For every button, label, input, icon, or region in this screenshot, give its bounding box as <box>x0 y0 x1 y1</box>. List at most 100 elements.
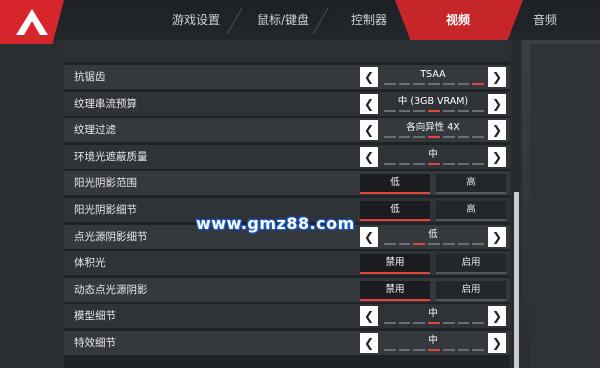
setting-value: 低 <box>428 229 438 240</box>
level-tick <box>442 163 455 165</box>
level-tick <box>428 322 440 324</box>
previous-option-button[interactable]: ❮ <box>360 333 378 353</box>
level-tick <box>413 163 426 165</box>
apex-logo-icon <box>16 9 48 35</box>
toggle-option-button[interactable]: 高 <box>436 174 506 194</box>
level-tick <box>442 136 455 138</box>
next-option-button[interactable]: ❯ <box>488 306 506 326</box>
setting-value: 中 <box>428 149 438 160</box>
setting-label: 特效细节 <box>74 337 116 349</box>
level-indicator <box>384 110 485 113</box>
toggle-option-button[interactable]: 启用 <box>436 281 506 301</box>
level-tick <box>472 83 485 85</box>
setting-row: 抗锯齿 ❮ TSAA ❯ <box>64 65 510 89</box>
level-tick <box>384 136 396 138</box>
next-option-button[interactable]: ❯ <box>488 120 506 140</box>
level-tick <box>457 243 470 245</box>
level-tick <box>457 349 470 351</box>
level-tick <box>428 163 440 165</box>
setting-label: 抗锯齿 <box>74 71 106 83</box>
setting-value: 各向异性 4X <box>406 122 460 133</box>
scrollbar-thumb[interactable] <box>514 192 519 368</box>
level-indicator <box>384 322 485 325</box>
previous-option-button[interactable]: ❮ <box>360 306 378 326</box>
level-tick <box>384 83 396 85</box>
level-tick <box>472 136 485 138</box>
level-tick <box>413 322 426 324</box>
previous-option-button[interactable]: ❮ <box>360 227 378 247</box>
setting-label: 阳光阴影范围 <box>74 177 137 189</box>
next-option-button[interactable]: ❯ <box>488 147 506 167</box>
level-tick <box>428 349 440 351</box>
setting-label: 体积光 <box>74 257 106 269</box>
tab-controller[interactable]: 控制器 <box>334 0 404 40</box>
level-tick <box>398 163 411 165</box>
level-tick <box>442 243 455 245</box>
toggle-option-button[interactable]: 禁用 <box>360 281 430 301</box>
level-tick <box>384 322 396 324</box>
level-tick <box>413 349 426 351</box>
level-tick <box>428 83 440 85</box>
level-tick <box>457 163 470 165</box>
toggle-option-button[interactable]: 禁用 <box>360 254 430 274</box>
level-tick <box>428 243 440 245</box>
level-tick <box>384 243 396 245</box>
level-tick <box>384 349 396 351</box>
level-tick <box>442 349 455 351</box>
level-indicator <box>384 349 485 352</box>
next-option-button[interactable]: ❯ <box>488 227 506 247</box>
next-option-button[interactable]: ❯ <box>488 333 506 353</box>
level-tick <box>398 243 411 245</box>
tab-audio[interactable]: 音频 <box>520 0 570 40</box>
level-tick <box>457 83 470 85</box>
watermark-text: www.gmz88.com <box>196 214 355 233</box>
setting-row: 纹理串流预算 ❮ 中 (3GB VRAM) ❯ <box>64 92 510 116</box>
previous-option-button[interactable]: ❮ <box>360 67 378 87</box>
next-option-button[interactable]: ❯ <box>488 67 506 87</box>
level-tick <box>457 110 470 112</box>
toggle-option-button[interactable]: 低 <box>360 201 430 221</box>
level-tick <box>472 349 485 351</box>
level-tick <box>442 110 455 112</box>
previous-option-button[interactable]: ❮ <box>360 147 378 167</box>
setting-row: 环境光遮蔽质量 ❮ 中 ❯ <box>64 145 510 169</box>
level-tick <box>398 110 411 112</box>
partial-top-row <box>64 40 510 62</box>
level-tick <box>472 110 485 112</box>
toggle-option-button[interactable]: 启用 <box>436 254 506 274</box>
setting-value: 中 <box>428 335 438 346</box>
level-indicator <box>384 163 485 166</box>
level-tick <box>398 349 411 351</box>
previous-option-button[interactable]: ❮ <box>360 94 378 114</box>
right-info-panel <box>530 44 600 368</box>
setting-row: 特效细节 ❮ 中 ❯ <box>64 331 510 355</box>
previous-option-button[interactable]: ❮ <box>360 120 378 140</box>
tab-video[interactable]: 视频 <box>425 0 491 40</box>
next-option-button[interactable]: ❯ <box>488 94 506 114</box>
setting-label: 点光源阴影细节 <box>74 231 148 243</box>
level-tick <box>413 136 426 138</box>
toggle-option-button[interactable]: 低 <box>360 174 430 194</box>
setting-value: 中 <box>428 308 438 319</box>
level-tick <box>398 83 411 85</box>
setting-label: 阳光阴影细节 <box>74 204 137 216</box>
tab-game-settings[interactable]: 游戏设置 <box>160 0 232 40</box>
setting-row: 体积光 禁用 启用 <box>64 251 510 275</box>
setting-label: 纹理过滤 <box>74 124 116 136</box>
level-tick <box>413 83 426 85</box>
level-indicator <box>384 243 485 246</box>
level-tick <box>472 243 485 245</box>
level-tick <box>442 322 455 324</box>
level-tick <box>457 322 470 324</box>
setting-row: 动态点光源阴影 禁用 启用 <box>64 278 510 302</box>
level-tick <box>413 243 426 245</box>
setting-value: 中 (3GB VRAM) <box>397 96 469 107</box>
level-tick <box>457 136 470 138</box>
setting-value: TSAA <box>420 69 446 80</box>
level-tick <box>384 163 396 165</box>
tab-mouse-keyboard[interactable]: 鼠标/键盘 <box>248 0 318 40</box>
setting-label: 动态点光源阴影 <box>74 284 148 296</box>
level-tick <box>413 110 426 112</box>
toggle-option-button[interactable]: 高 <box>436 201 506 221</box>
level-indicator <box>384 83 485 86</box>
